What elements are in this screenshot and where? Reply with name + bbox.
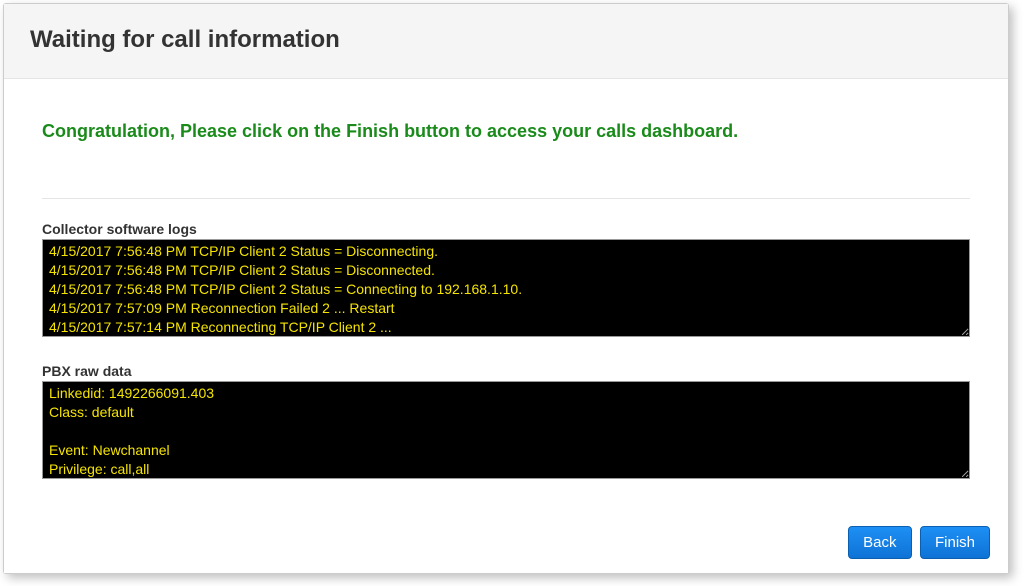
modal-title: Waiting for call information [30,26,982,54]
divider [42,198,970,199]
success-message: Congratulation, Please click on the Fini… [42,119,970,144]
back-button[interactable]: Back [848,526,911,559]
wizard-modal: Waiting for call information Congratulat… [3,3,1009,574]
modal-body-scroll[interactable]: Congratulation, Please click on the Fini… [4,79,1008,506]
pbx-label: PBX raw data [42,363,970,379]
finish-button[interactable]: Finish [920,526,990,559]
modal-footer: Back Finish [4,506,1008,573]
modal-header: Waiting for call information [4,4,1008,79]
pbx-section: PBX raw data Linkedid: 1492266091.403 Cl… [42,363,970,479]
pbx-raw-data-console[interactable]: Linkedid: 1492266091.403 Class: default … [42,381,970,479]
collector-section: Collector software logs 4/15/2017 7:56:4… [42,221,970,337]
collector-log-console[interactable]: 4/15/2017 7:56:48 PM TCP/IP Client 2 Sta… [42,239,970,337]
collector-label: Collector software logs [42,221,970,237]
section-gap [42,337,970,363]
modal-body-wrapper: Congratulation, Please click on the Fini… [4,79,1008,506]
